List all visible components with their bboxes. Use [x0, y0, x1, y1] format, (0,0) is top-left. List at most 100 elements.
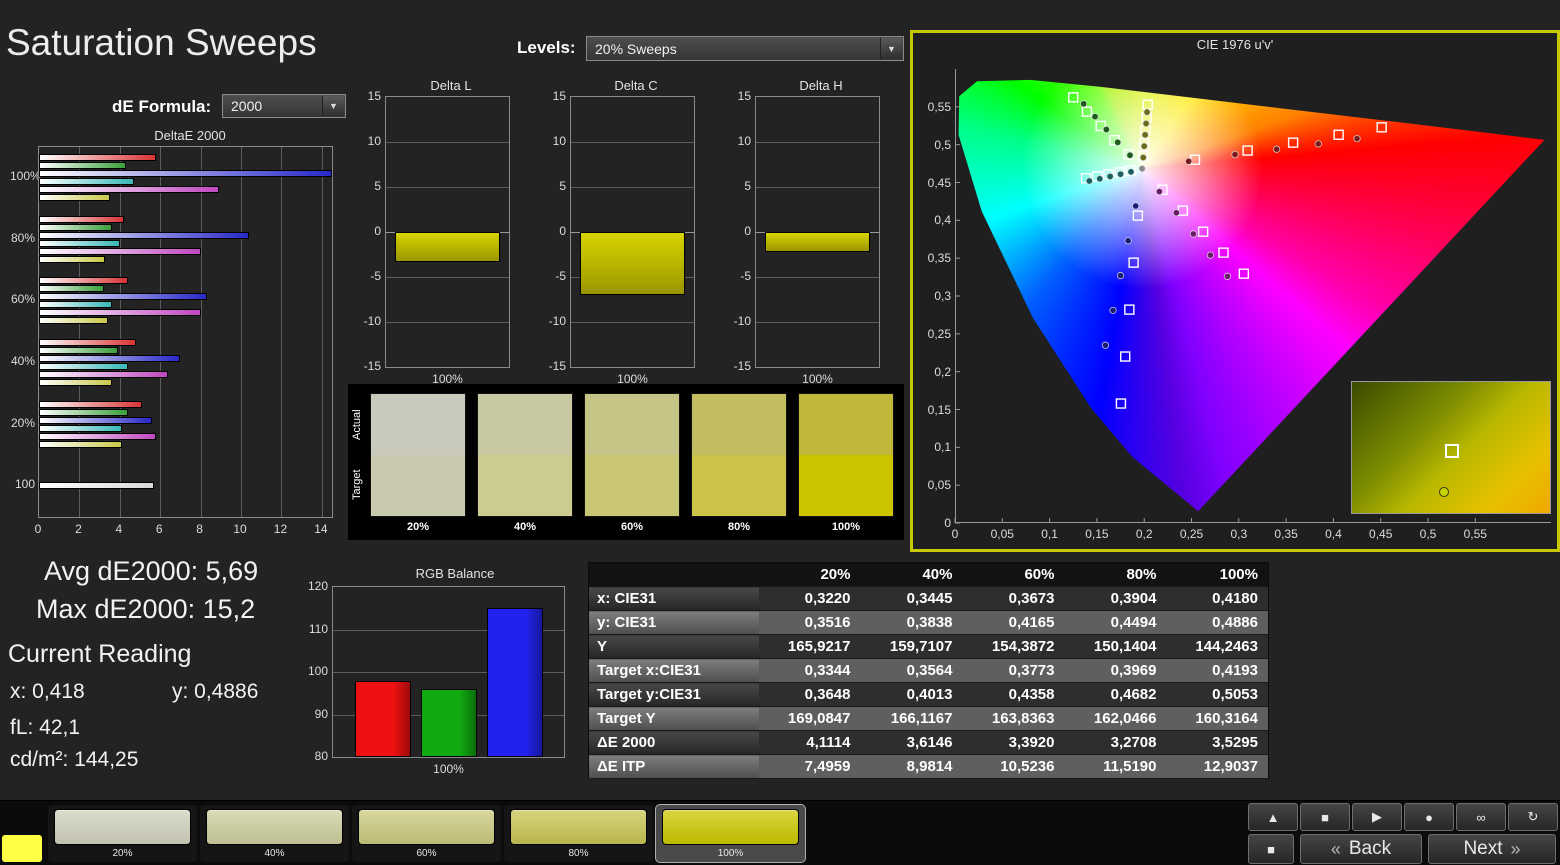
rgb-x-label: 100%	[433, 762, 464, 776]
cie-y-tick: 0	[944, 516, 951, 530]
stop-measurement-button[interactable]: ■	[1248, 834, 1294, 864]
table-cell: 154,3872	[962, 634, 1065, 659]
refresh-button[interactable]: ↻	[1508, 803, 1558, 831]
chevron-down-icon: ▼	[322, 96, 344, 116]
patch-label: 20%	[112, 848, 133, 859]
cie-measurement-dot	[1353, 135, 1361, 143]
table-corner-cell	[588, 562, 759, 587]
table-cell: 11,5190	[1064, 754, 1167, 779]
continuous-button[interactable]: ∞	[1456, 803, 1506, 831]
patch-button-60%[interactable]: 60%	[352, 805, 501, 862]
table-cell: 0,3904	[1064, 586, 1167, 611]
current-patch-swatch	[2, 835, 42, 862]
patch-button-40%[interactable]: 40%	[200, 805, 349, 862]
rgb-balance-chart: RGB Balance 120 110 100 90 80 100%	[298, 566, 578, 784]
avg-de2000-stat: Avg dE2000: 5,69	[44, 556, 259, 586]
de-bar-yellow	[39, 378, 112, 386]
actual-row-label: Actual	[351, 409, 363, 441]
cie-y-tick: 0,15	[927, 402, 951, 417]
current-reading-title: Current Reading	[8, 640, 192, 668]
levels-dropdown[interactable]: 20% Sweeps ▼	[586, 36, 904, 61]
levels-label: Levels:	[517, 38, 576, 57]
eject-icon: ▲	[1266, 809, 1280, 825]
table-cell: 10,5236	[962, 754, 1065, 779]
y-tick-label: -15	[733, 359, 751, 373]
target-swatch	[799, 455, 893, 516]
actual-swatch	[692, 394, 786, 455]
patch-swatch	[54, 809, 191, 845]
table-header-cell: 60%	[962, 562, 1065, 587]
de-bar-blue	[39, 354, 181, 362]
back-button[interactable]: « Back	[1300, 834, 1422, 864]
patch-swatch	[358, 809, 495, 845]
cie-x-tick: 0,45	[1369, 527, 1393, 541]
record-button[interactable]: ●	[1404, 803, 1454, 831]
gridline	[241, 147, 243, 517]
gridline	[160, 147, 162, 517]
play-button[interactable]: ▶	[1352, 803, 1402, 831]
cie-measurement-dot	[1106, 172, 1114, 180]
cie-y-tick: 0,4	[934, 213, 951, 228]
eject-button[interactable]: ▲	[1248, 803, 1298, 831]
cie-measurement-dot	[1096, 175, 1104, 183]
de-bar-magenta	[39, 309, 201, 317]
gridline	[386, 187, 509, 188]
patch-button-80%[interactable]: 80%	[504, 805, 653, 862]
de-bar-yellow	[39, 255, 106, 263]
y-tick-label: 90	[314, 706, 328, 721]
table-row: Target x:CIE31 0,3344 0,3564 0,3773 0,3969 0,…	[588, 658, 1269, 683]
table-cell: 0,4193	[1166, 658, 1269, 683]
table-row: ΔE ITP 7,4959 8,9814 10,5236 11,5190 12,9037	[588, 754, 1269, 779]
cie-zoom-inset	[1351, 381, 1551, 514]
y-tick-label: 10	[552, 134, 566, 148]
next-button[interactable]: Next »	[1428, 834, 1556, 864]
cie-target-square	[1068, 92, 1079, 103]
y-tick-label: -10	[548, 314, 566, 328]
inset-measured-dot	[1439, 486, 1450, 497]
cie-1976-chart: CIE 1976 u'v' 0 0 0,05 0,05 0,1 0,1 0,15 0,15 0,…	[910, 30, 1560, 552]
cie-measurement-dot	[1080, 100, 1088, 108]
table-cell: 0,4180	[1166, 586, 1269, 611]
cie-measurement-dot	[1138, 165, 1146, 173]
stop-button[interactable]: ■	[1300, 803, 1350, 831]
patch-button-100%[interactable]: 100%	[656, 805, 805, 862]
measurement-table: 20% 40% 60% 80% 100% x: CIE31 0,3220 0,3445 0,36…	[588, 562, 1269, 779]
cie-measurement-dot	[1223, 272, 1232, 280]
cie-target-square	[1119, 351, 1131, 362]
delta-l-title: Delta L	[430, 78, 472, 93]
rgb-bar-green	[421, 689, 477, 757]
patch-button-20%[interactable]: 20%	[48, 805, 197, 862]
table-cell: 0,4494	[1064, 610, 1167, 635]
table-cell: 0,3838	[860, 610, 963, 635]
cie-target-square	[1115, 398, 1127, 409]
y-tick-label: 15	[367, 89, 381, 103]
gridline	[200, 147, 202, 517]
table-cell: 0,3969	[1064, 658, 1167, 683]
cie-x-tick: 0,35	[1274, 527, 1298, 541]
gridline	[79, 147, 81, 517]
cie-measurement-dot	[1231, 150, 1239, 159]
y-tick-label: 120	[307, 579, 328, 593]
reading-y: y: 0,4886	[172, 680, 259, 703]
table-cell: 3,5295	[1166, 730, 1269, 755]
table-cell: 8,9814	[860, 754, 963, 779]
table-cell: 0,3344	[758, 658, 861, 683]
reading-cdm2: cd/m²: 144,25	[10, 748, 139, 771]
cie-y-tick: 0,25	[927, 326, 951, 341]
cie-measurement-dot	[1142, 119, 1150, 128]
table-header-cell: 40%	[860, 562, 963, 587]
de-formula-dropdown[interactable]: 2000 ▼	[222, 94, 346, 118]
cie-y-tick: 0,2	[934, 364, 951, 379]
table-cell: 0,4013	[860, 682, 963, 707]
gridline	[386, 322, 509, 323]
y-tick-label: 0	[559, 224, 566, 238]
de-bar-green	[39, 285, 104, 293]
cie-target-square	[1189, 154, 1201, 165]
actual-target-panel: Actual Target 20% 40% 60% 80% 100%	[348, 384, 904, 540]
de-bar-red	[39, 215, 124, 223]
cie-measurement-dot	[1132, 202, 1140, 210]
cie-y-tick: 0,45	[927, 175, 951, 190]
y-tick-label: 15	[552, 89, 566, 103]
de-bar-red	[39, 400, 143, 408]
gridline	[571, 142, 694, 143]
